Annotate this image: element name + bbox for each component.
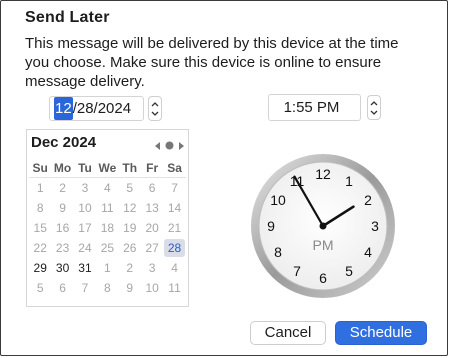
analog-clock[interactable]: 121234567891011 PM (250, 153, 396, 299)
calendar-day[interactable]: 4 (96, 178, 118, 198)
calendar-day[interactable]: 14 (163, 198, 185, 218)
today-dot-icon[interactable] (165, 137, 174, 155)
clock-number: 1 (345, 173, 353, 189)
calendar-day[interactable]: 10 (74, 198, 96, 218)
calendar-day[interactable]: 21 (163, 218, 185, 238)
clock-center (319, 222, 327, 230)
calendar-day[interactable]: 16 (51, 218, 73, 238)
clock-number: 6 (319, 270, 327, 286)
calendar-day[interactable]: 11 (163, 278, 185, 298)
calendar-day[interactable]: 1 (96, 258, 118, 278)
calendar-month-label: Dec 2024 (31, 134, 97, 151)
weekday-header: Tu (73, 158, 97, 178)
previous-month-icon[interactable] (155, 137, 161, 155)
calendar-day[interactable]: 29 (29, 258, 51, 278)
time-field[interactable]: 1:55 PM (268, 94, 361, 121)
cancel-button[interactable]: Cancel (250, 321, 326, 345)
calendar-day[interactable]: 8 (29, 198, 51, 218)
calendar-day[interactable]: 5 (119, 178, 141, 198)
weekday-header: Su (29, 158, 52, 178)
calendar-day[interactable]: 20 (141, 218, 163, 238)
calendar-grid: Su Mo Tu We Th Fr Sa 1 2 3 4 5 6 7 8 9 10 11 12 13 14 15 16 17 1… (29, 158, 186, 298)
weekday-header: Th (118, 158, 141, 178)
calendar-day[interactable]: 5 (29, 278, 51, 298)
calendar-day[interactable]: 3 (141, 258, 163, 278)
calendar-day[interactable]: 12 (119, 198, 141, 218)
chevron-up-icon[interactable] (370, 100, 378, 106)
chevron-down-icon[interactable] (151, 111, 159, 116)
calendar-day[interactable]: 25 (96, 238, 118, 258)
dialog-description: This message will be delivered by this d… (25, 35, 399, 90)
calendar-day[interactable]: 7 (163, 178, 185, 198)
calendar-day[interactable]: 4 (163, 258, 185, 278)
calendar-day[interactable]: 1 (29, 178, 51, 198)
calendar-day[interactable]: 9 (119, 278, 141, 298)
dialog-title: Send Later (25, 9, 110, 26)
calendar-day[interactable]: 26 (119, 238, 141, 258)
calendar-day[interactable]: 2 (51, 178, 73, 198)
calendar-day[interactable]: 7 (74, 278, 96, 298)
calendar-day[interactable]: 30 (51, 258, 73, 278)
calendar-day[interactable]: 15 (29, 218, 51, 238)
clock-number: 2 (364, 192, 372, 208)
clock-number: 8 (274, 244, 282, 260)
date-month-segment[interactable]: 12 (54, 97, 73, 120)
calendar-day[interactable]: 13 (141, 198, 163, 218)
calendar-day[interactable]: 27 (141, 238, 163, 258)
calendar-day[interactable]: 31 (74, 258, 96, 278)
schedule-button[interactable]: Schedule (335, 321, 427, 345)
calendar-day[interactable]: 8 (96, 278, 118, 298)
calendar-day[interactable]: 6 (51, 278, 73, 298)
calendar-day[interactable]: 10 (141, 278, 163, 298)
calendar-day[interactable]: 11 (96, 198, 118, 218)
calendar-day-selected[interactable]: 28 (164, 239, 185, 257)
date-field[interactable]: 12/28/2024 (49, 96, 144, 121)
calendar-day[interactable]: 6 (141, 178, 163, 198)
calendar-day[interactable]: 24 (74, 238, 96, 258)
calendar-day[interactable]: 19 (119, 218, 141, 238)
clock-number: 7 (293, 263, 301, 279)
calendar-day[interactable]: 2 (119, 258, 141, 278)
clock-period: PM (313, 237, 334, 253)
weekday-header: We (96, 158, 119, 178)
calendar-day[interactable]: 23 (51, 238, 73, 258)
clock-number: 12 (315, 166, 331, 182)
next-month-icon[interactable] (178, 137, 184, 155)
calendar-nav (155, 137, 184, 155)
clock-number: 5 (345, 263, 353, 279)
date-day-year-segment[interactable]: /28/2024 (73, 97, 131, 120)
calendar: Dec 2024 Su Mo Tu We Th Fr Sa 1 2 3 4 5 6 7 8 9 10 11 12 13… (26, 129, 189, 307)
calendar-day[interactable]: 9 (51, 198, 73, 218)
weekday-header: Fr (140, 158, 164, 178)
calendar-day[interactable]: 22 (29, 238, 51, 258)
calendar-day[interactable]: 3 (74, 178, 96, 198)
weekday-header: Sa (163, 158, 186, 178)
date-stepper[interactable] (148, 96, 162, 121)
clock-number: 3 (371, 218, 379, 234)
calendar-day[interactable]: 17 (74, 218, 96, 238)
clock-number: 10 (270, 192, 286, 208)
calendar-day[interactable]: 18 (96, 218, 118, 238)
chevron-up-icon[interactable] (151, 101, 159, 107)
clock-number: 4 (364, 244, 372, 260)
time-stepper[interactable] (367, 95, 381, 120)
clock-number: 9 (267, 218, 275, 234)
chevron-down-icon[interactable] (370, 110, 378, 115)
weekday-header: Mo (51, 158, 74, 178)
